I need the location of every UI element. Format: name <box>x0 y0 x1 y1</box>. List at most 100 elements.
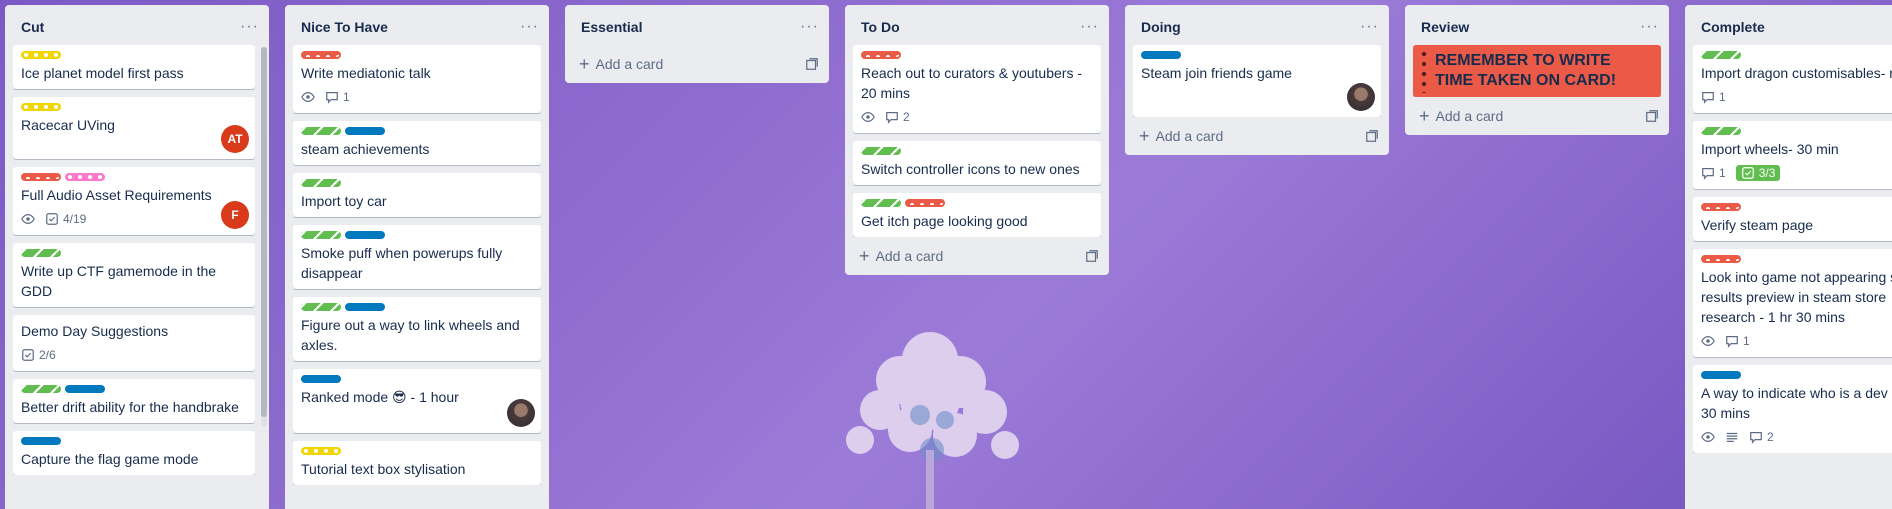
comment-badge: 1 <box>1725 334 1750 348</box>
card-template-icon[interactable] <box>1085 249 1099 263</box>
eye-icon <box>861 110 875 124</box>
label-red[interactable] <box>1701 203 1741 211</box>
list-scrollbar[interactable] <box>261 47 267 427</box>
card[interactable]: Ranked mode 😎 - 1 hour <box>293 369 541 433</box>
card[interactable]: Full Audio Asset Requirements 4/19 F <box>13 167 255 235</box>
list-title: Complete <box>1701 19 1765 35</box>
card-title: Look into game not appearing search resu… <box>1701 269 1892 325</box>
label-yellow[interactable] <box>21 103 61 111</box>
card-title: Steam join friends game <box>1141 65 1292 81</box>
checklist-badge: 2/6 <box>21 348 56 362</box>
card-title: Smoke puff when powerups fully disappear <box>301 245 503 281</box>
comment-icon <box>886 112 898 124</box>
add-card-button[interactable]: + Add a card <box>845 237 1109 275</box>
label-red[interactable] <box>301 51 341 59</box>
label-red[interactable] <box>905 199 945 207</box>
card-title: Figure out a way to link wheels and axle… <box>301 317 520 353</box>
card[interactable]: Racecar UVing AT <box>13 97 255 159</box>
label-green[interactable] <box>301 127 341 135</box>
card-template-icon[interactable] <box>1365 129 1379 143</box>
label-blue[interactable] <box>21 437 61 445</box>
card[interactable]: steam achievements <box>293 121 541 165</box>
add-card-button[interactable]: + Add a card <box>1125 117 1389 155</box>
list-menu-icon[interactable]: ··· <box>1080 18 1099 36</box>
card[interactable]: Steam join friends game <box>1133 45 1381 117</box>
card[interactable]: Look into game not appearing search resu… <box>1693 249 1892 357</box>
label-green[interactable] <box>861 147 901 155</box>
avatar[interactable]: F <box>221 201 249 229</box>
label-green[interactable] <box>301 231 341 239</box>
card[interactable]: Switch controller icons to new ones <box>853 141 1101 185</box>
eye-icon <box>1701 334 1715 348</box>
card-title: steam achievements <box>301 141 430 157</box>
description-icon <box>1725 430 1739 444</box>
card[interactable]: Reach out to curators & youtubers - 20 m… <box>853 45 1101 133</box>
card-title: Ranked mode 😎 - 1 hour <box>301 389 459 405</box>
card[interactable]: Write up CTF gamemode in the GDD <box>13 243 255 307</box>
list-menu-icon[interactable]: ··· <box>240 18 259 36</box>
list-title: Essential <box>581 19 643 35</box>
label-blue[interactable] <box>1701 371 1741 379</box>
card[interactable]: Capture the flag game mode <box>13 431 255 475</box>
card[interactable]: Ice planet model first pass <box>13 45 255 89</box>
card[interactable]: Demo Day Suggestions 2/6 <box>13 315 255 371</box>
label-green[interactable] <box>1701 51 1741 59</box>
avatar[interactable] <box>1347 83 1375 111</box>
label-green[interactable] <box>861 199 901 207</box>
comment-badge: 1 <box>1701 166 1726 180</box>
label-blue[interactable] <box>345 127 385 135</box>
label-blue[interactable] <box>65 385 105 393</box>
card-title: Full Audio Asset Requirements <box>21 187 212 203</box>
reminder-card[interactable]: REMEMBER TO WRITE TIME TAKEN ON CARD! <box>1413 45 1661 97</box>
card-title: Ice planet model first pass <box>21 65 184 81</box>
card-template-icon[interactable] <box>1645 109 1659 123</box>
list-menu-icon[interactable]: ··· <box>1360 18 1379 36</box>
list-complete: Complete Import dragon customisables- mi… <box>1685 5 1892 509</box>
card[interactable]: Import wheels- 30 min 1 3/3 <box>1693 121 1892 189</box>
card[interactable]: Import toy car <box>293 173 541 217</box>
list-menu-icon[interactable]: ··· <box>800 18 819 36</box>
avatar[interactable] <box>507 399 535 427</box>
label-yellow[interactable] <box>301 447 341 455</box>
label-green[interactable] <box>21 385 61 393</box>
card[interactable]: Smoke puff when powerups fully disappear <box>293 225 541 289</box>
add-card-button[interactable]: + Add a card <box>1405 97 1669 135</box>
label-green[interactable] <box>1701 127 1741 135</box>
card[interactable]: Figure out a way to link wheels and axle… <box>293 297 541 361</box>
card-title: A way to indicate who is a dev game - 30… <box>1701 385 1892 421</box>
list-menu-icon[interactable]: ··· <box>1640 18 1659 36</box>
label-blue[interactable] <box>1141 51 1181 59</box>
card[interactable]: Better drift ability for the handbrake <box>13 379 255 423</box>
card-title: Get itch page looking good <box>861 213 1028 229</box>
label-red[interactable] <box>21 173 61 181</box>
list-title: Review <box>1421 19 1470 35</box>
comment-icon <box>1750 432 1762 444</box>
card[interactable]: A way to indicate who is a dev game - 30… <box>1693 365 1892 453</box>
label-green[interactable] <box>301 303 341 311</box>
label-green[interactable] <box>21 249 61 257</box>
list-to-do: To Do ··· Reach out to curators & youtub… <box>845 5 1109 275</box>
label-pink[interactable] <box>65 173 105 181</box>
label-yellow[interactable] <box>21 51 61 59</box>
card-template-icon[interactable] <box>805 57 819 71</box>
card[interactable]: Import dragon customisables- min 1 <box>1693 45 1892 113</box>
card[interactable]: Tutorial text box stylisation <box>293 441 541 485</box>
label-blue[interactable] <box>301 375 341 383</box>
label-blue[interactable] <box>345 231 385 239</box>
board: Cut ··· Ice planet model first pass Race… <box>5 5 1892 509</box>
card[interactable]: Write mediatonic talk 1 <box>293 45 541 113</box>
card[interactable]: Get itch page looking good <box>853 193 1101 237</box>
avatar[interactable]: AT <box>221 125 249 153</box>
list-menu-icon[interactable]: ··· <box>520 18 539 36</box>
card-title: Tutorial text box stylisation <box>301 461 466 477</box>
list-title: To Do <box>861 19 900 35</box>
card[interactable]: Verify steam page <box>1693 197 1892 241</box>
checklist-complete-badge: 3/3 <box>1735 165 1781 181</box>
add-card-button[interactable]: + Add a card <box>565 45 829 83</box>
list-title: Nice To Have <box>301 19 388 35</box>
label-red[interactable] <box>861 51 901 59</box>
label-blue[interactable] <box>345 303 385 311</box>
label-green[interactable] <box>301 179 341 187</box>
label-red[interactable] <box>1701 255 1741 263</box>
list-title: Doing <box>1141 19 1181 35</box>
